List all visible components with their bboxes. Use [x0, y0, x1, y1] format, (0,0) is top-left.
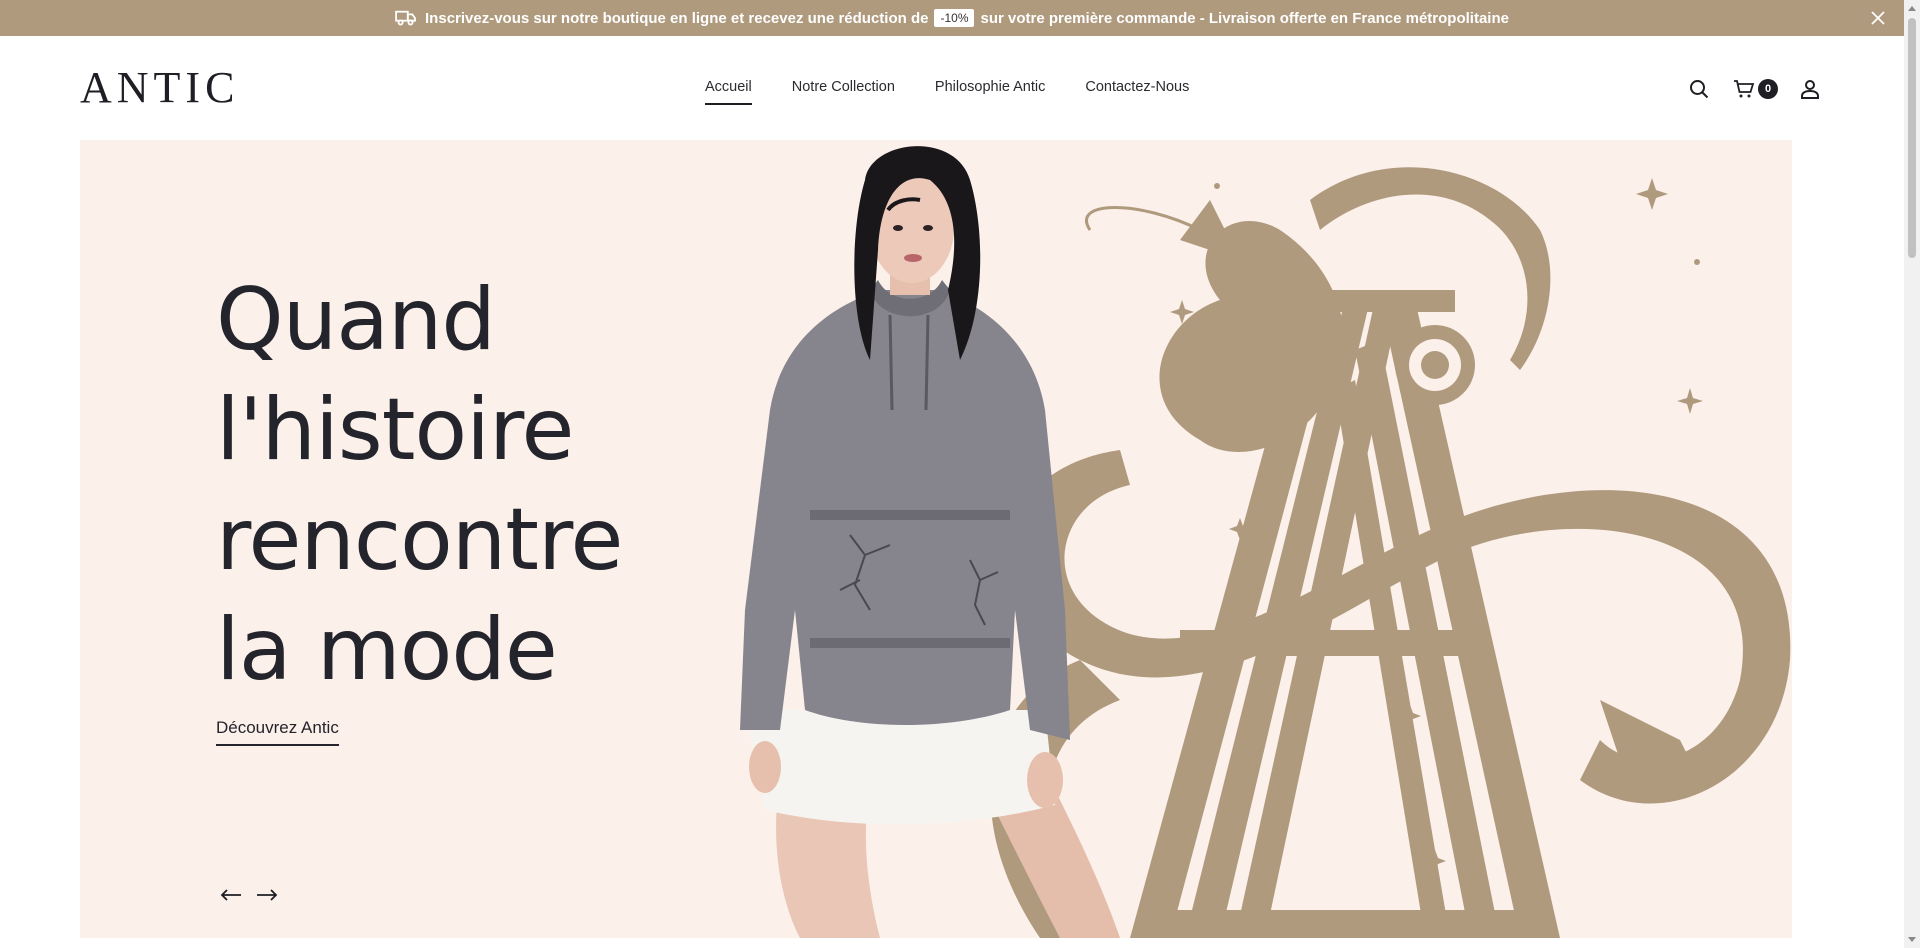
header-icons: 0	[1689, 78, 1822, 100]
cart-count-badge: 0	[1758, 79, 1778, 99]
account-icon[interactable]	[1800, 78, 1822, 100]
hero-title-line: la mode	[216, 600, 558, 700]
nav-item-philosophie-antic[interactable]: Philosophie Antic	[935, 79, 1045, 105]
nav-item-contactez-nous[interactable]: Contactez-Nous	[1085, 79, 1189, 105]
close-icon[interactable]	[1870, 10, 1886, 26]
hero-title-line: Quand	[216, 270, 496, 370]
hero-banner: Quand l'histoire rencontre la mode Décou…	[80, 140, 1792, 938]
arrow-right-icon[interactable]	[256, 888, 278, 902]
page-scrollbar[interactable]	[1904, 0, 1920, 948]
discover-antic-link[interactable]: Découvrez Antic	[216, 718, 339, 746]
search-icon[interactable]	[1689, 78, 1711, 100]
cart-icon	[1734, 80, 1755, 98]
nav-item-notre-collection[interactable]: Notre Collection	[792, 79, 895, 105]
announcement-bar: Inscrivez-vous sur notre boutique en lig…	[0, 0, 1904, 36]
hero-title-line: l'histoire	[216, 380, 574, 480]
scroll-up-arrow[interactable]	[1908, 6, 1916, 11]
arrow-left-icon[interactable]	[220, 888, 242, 902]
cart-button[interactable]: 0	[1733, 79, 1778, 99]
discount-badge: -10%	[934, 9, 975, 27]
brand-logo[interactable]: ANTIC	[80, 66, 239, 110]
delivery-truck-icon	[395, 10, 416, 26]
scroll-down-arrow[interactable]	[1908, 937, 1916, 942]
scroll-thumb[interactable]	[1908, 18, 1916, 258]
main-nav: Accueil Notre Collection Philosophie Ant…	[705, 79, 1189, 105]
hero-title-line: rencontre	[216, 490, 623, 590]
announcement-text-after: sur votre première commande - Livraison …	[980, 9, 1509, 27]
site-header: ANTIC Accueil Notre Collection Philosoph…	[0, 36, 1904, 140]
hero-title: Quand l'histoire rencontre la mode	[216, 265, 623, 705]
nav-item-accueil[interactable]: Accueil	[705, 79, 752, 105]
column-serpent-emblem	[990, 167, 1791, 938]
slider-controls	[220, 888, 278, 902]
announcement-text-before: Inscrivez-vous sur notre boutique en lig…	[425, 9, 929, 27]
